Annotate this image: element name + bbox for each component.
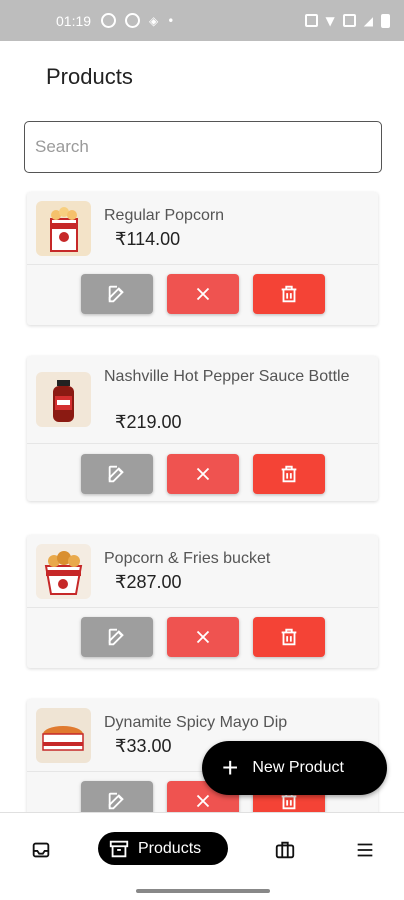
bottom-navigation: Products [0, 812, 404, 900]
close-icon [196, 467, 210, 481]
volte-icon [342, 14, 356, 27]
product-info: Regular Popcorn ₹114.00 [27, 192, 378, 265]
delete-button[interactable] [253, 617, 325, 657]
signal-icon: ◢ [363, 13, 373, 28]
product-card: Popcorn & Fries bucket ₹287.00 [27, 535, 378, 668]
wifi-icon: ▼ [325, 13, 335, 28]
search-field[interactable] [24, 121, 382, 173]
inbox-icon [32, 842, 50, 858]
edit-button[interactable] [81, 274, 153, 314]
sync-icon [125, 13, 141, 28]
nav-catalog[interactable] [273, 835, 297, 865]
close-icon [196, 630, 210, 644]
product-image [36, 544, 91, 599]
delete-button[interactable] [253, 454, 325, 494]
product-actions [81, 274, 325, 314]
plus-icon: + [222, 752, 239, 783]
battery-icon [381, 13, 390, 28]
product-actions [81, 454, 325, 494]
delete-button[interactable] [253, 274, 325, 314]
product-name: Dynamite Spicy Mayo Dip [104, 714, 288, 731]
cancel-button[interactable] [167, 617, 239, 657]
status-time: 01:19 [56, 12, 92, 29]
edit-icon [108, 465, 124, 483]
cancel-button[interactable] [167, 274, 239, 314]
nav-products[interactable]: Products [98, 832, 228, 865]
product-price: ₹287.00 [115, 572, 182, 592]
edit-icon [108, 792, 124, 810]
product-image [36, 372, 91, 427]
product-name: Nashville Hot Pepper Sauce Bottle [104, 368, 350, 385]
search-input[interactable] [25, 122, 381, 172]
nav-inbox[interactable] [29, 835, 53, 865]
product-card: Regular Popcorn ₹114.00 [27, 192, 378, 325]
edit-button[interactable] [81, 454, 153, 494]
dot-icon: • [167, 13, 175, 28]
cancel-button[interactable] [167, 454, 239, 494]
product-card: Nashville Hot Pepper Sauce Bottle ₹219.0… [27, 356, 378, 501]
nfc-icon [304, 14, 318, 27]
home-indicator[interactable] [136, 889, 270, 893]
trash-icon [281, 285, 297, 303]
product-image [36, 201, 91, 256]
product-info: Nashville Hot Pepper Sauce Bottle ₹219.0… [27, 356, 378, 444]
briefcase-icon [275, 841, 295, 859]
archive-icon [109, 840, 129, 857]
product-name: Regular Popcorn [104, 207, 225, 224]
page-title: Products [46, 64, 133, 89]
product-info: Popcorn & Fries bucket ₹287.00 [27, 535, 378, 608]
product-price: ₹219.00 [115, 412, 182, 432]
nav-menu[interactable] [353, 835, 377, 865]
edit-button[interactable] [81, 617, 153, 657]
close-icon [196, 287, 210, 301]
product-price: ₹33.00 [115, 736, 172, 756]
new-product-label: New Product [252, 759, 344, 776]
trash-icon [281, 465, 297, 483]
product-price: ₹114.00 [115, 229, 181, 249]
sync-icon [101, 13, 117, 28]
menu-icon [357, 843, 373, 857]
twitter-icon: ◈ [149, 13, 159, 28]
edit-icon [108, 285, 124, 303]
new-product-button[interactable]: + New Product [202, 741, 387, 795]
edit-icon [108, 628, 124, 646]
nav-products-label: Products [138, 839, 202, 857]
status-bar: 01:19 ◈ • ▼ ◢ [0, 0, 404, 41]
product-image [36, 708, 91, 763]
close-icon [196, 794, 210, 808]
product-name: Popcorn & Fries bucket [104, 550, 271, 567]
product-actions [81, 617, 325, 657]
trash-icon [281, 628, 297, 646]
